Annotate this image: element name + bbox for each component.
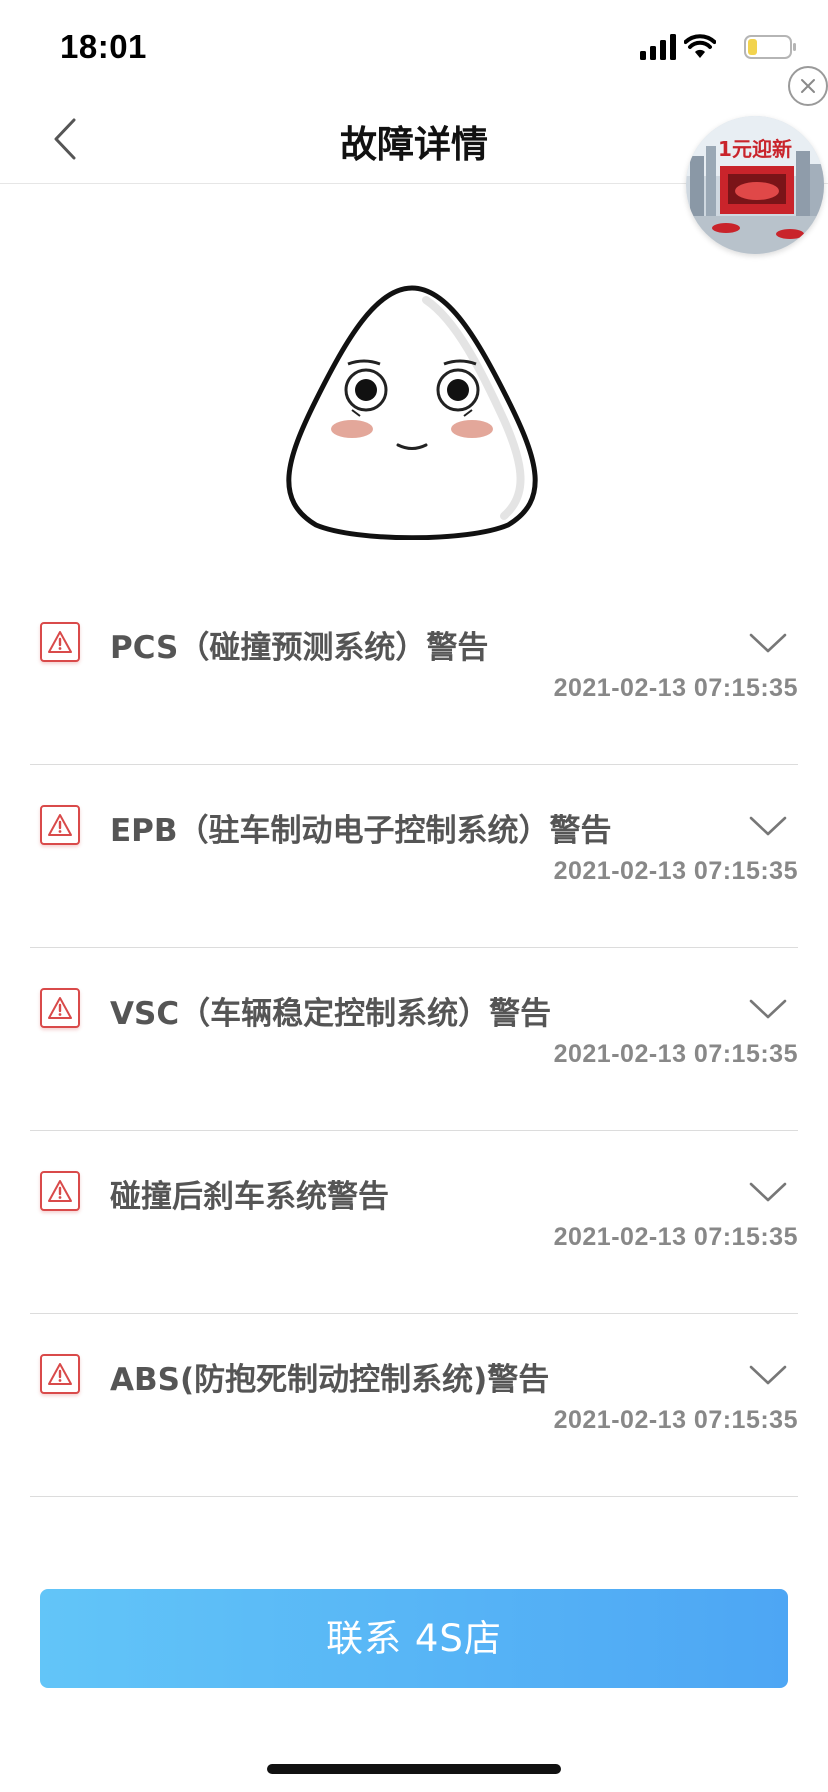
wifi-icon <box>684 34 716 58</box>
warning-icon <box>40 1354 80 1394</box>
fault-title: ABS(防抱死制动控制系统)警告 <box>110 1362 550 1398</box>
home-indicator[interactable] <box>267 1764 561 1774</box>
ad-image: 1元迎新 <box>686 116 824 254</box>
fault-detail-screen: 18:01 故障详情 1元迎新 PCS（碰撞预测系统）警告 2021-02-13… <box>0 0 828 1792</box>
close-icon <box>801 79 815 93</box>
status-time: 18:01 <box>60 28 147 65</box>
fault-time: 2021-02-13 07:15:35 <box>553 1406 798 1434</box>
fault-time: 2021-02-13 07:15:35 <box>553 674 798 702</box>
fault-time: 2021-02-13 07:15:35 <box>553 1040 798 1068</box>
fault-title: PCS（碰撞预测系统）警告 <box>110 630 489 666</box>
warning-icon <box>40 622 80 662</box>
cellular-signal-icon <box>640 34 676 60</box>
ad-text: 1元迎新 <box>718 137 792 161</box>
chevron-down-icon[interactable] <box>748 1179 788 1205</box>
warning-icon <box>40 1171 80 1211</box>
fault-item[interactable]: EPB（驻车制动电子控制系统）警告 2021-02-13 07:15:35 <box>30 765 798 948</box>
status-bar: 18:01 <box>0 0 828 96</box>
chevron-down-icon[interactable] <box>748 1362 788 1388</box>
fault-title: VSC（车辆稳定控制系统）警告 <box>110 996 552 1032</box>
fault-item[interactable]: 碰撞后刹车系统警告 2021-02-13 07:15:35 <box>30 1131 798 1314</box>
contact-4s-store-button[interactable]: 联系 4S店 <box>40 1589 788 1688</box>
fault-title: 碰撞后刹车系统警告 <box>110 1179 389 1215</box>
rice-ball-mascot <box>286 285 538 540</box>
ad-close-button[interactable] <box>788 66 828 106</box>
fault-item[interactable]: PCS（碰撞预测系统）警告 2021-02-13 07:15:35 <box>30 582 798 765</box>
warning-icon <box>40 988 80 1028</box>
chevron-down-icon[interactable] <box>748 996 788 1022</box>
fault-list: PCS（碰撞预测系统）警告 2021-02-13 07:15:35 EPB（驻车… <box>30 582 798 1497</box>
fault-time: 2021-02-13 07:15:35 <box>553 857 798 885</box>
fault-item[interactable]: ABS(防抱死制动控制系统)警告 2021-02-13 07:15:35 <box>30 1314 798 1497</box>
floating-ad[interactable]: 1元迎新 <box>686 116 824 254</box>
fault-item[interactable]: VSC（车辆稳定控制系统）警告 2021-02-13 07:15:35 <box>30 948 798 1131</box>
chevron-down-icon[interactable] <box>748 813 788 839</box>
warning-icon <box>40 805 80 845</box>
fault-title: EPB（驻车制动电子控制系统）警告 <box>110 813 612 849</box>
fault-time: 2021-02-13 07:15:35 <box>553 1223 798 1251</box>
chevron-down-icon[interactable] <box>748 630 788 656</box>
battery-icon <box>744 35 796 59</box>
